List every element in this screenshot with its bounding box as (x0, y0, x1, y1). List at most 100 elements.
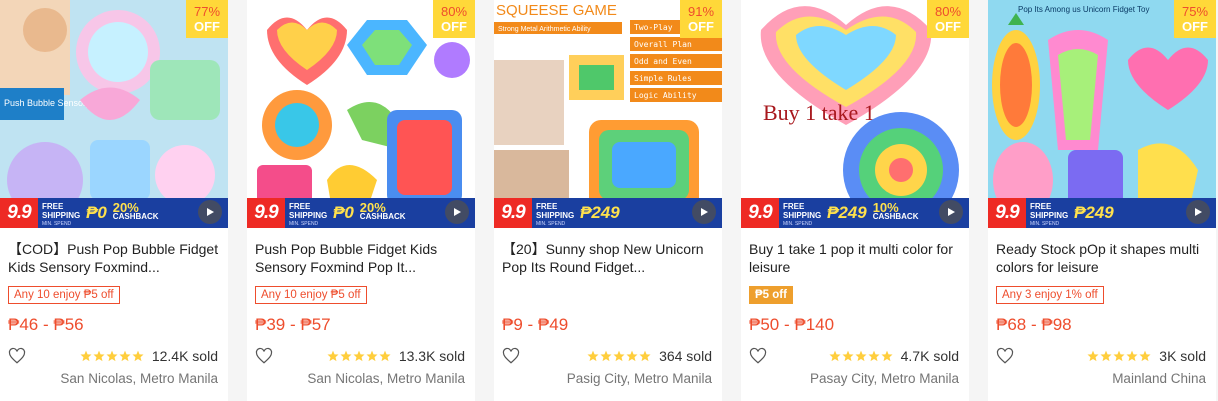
promo-banner: 9.9 FREE SHIPPING MIN. SPEND ₱0 20% CASHBA… (0, 198, 228, 228)
discount-badge: 91% OFF (680, 0, 722, 38)
cashback-label: 20% CASHBACK (359, 200, 406, 221)
discount-percent: 91% (687, 4, 715, 19)
min-spend-amount: ₱0 (86, 203, 107, 222)
rating-stars (829, 350, 893, 362)
product-card[interactable]: SQUEESE GAME Strong Metal Arithmetic Abi… (494, 0, 722, 401)
sold-count: 4.7K sold (900, 348, 959, 364)
star-icon (80, 350, 92, 362)
shop-location: San Nicolas, Metro Manila (307, 371, 465, 386)
product-title[interactable]: 【20】Sunny shop New Unicorn Pop Its Round… (502, 240, 716, 276)
promo-banner: 9.9 FREE SHIPPING MIN. SPEND ₱249 (988, 198, 1216, 228)
min-spend-amount: ₱249 (1074, 203, 1114, 222)
svg-text:Two-Play: Two-Play (634, 23, 673, 32)
promo-nine-nine: 9.9 (0, 198, 38, 228)
rating-stars (587, 350, 651, 362)
play-icon[interactable] (1186, 200, 1210, 224)
promo-banner: 9.9 FREE SHIPPING MIN. SPEND ₱249 (494, 198, 722, 228)
card-footer: 364 sold (502, 346, 712, 366)
star-icon (1113, 350, 1125, 362)
product-title[interactable]: Push Pop Bubble Fidget Kids Sensory Foxm… (255, 240, 469, 276)
play-icon[interactable] (198, 200, 222, 224)
shop-location: San Nicolas, Metro Manila (60, 371, 218, 386)
star-icon (600, 350, 612, 362)
product-card[interactable]: 80% OFF 9.9 FREE SHIPPING MIN. SPEND ₱0 2… (247, 0, 475, 401)
star-icon (327, 350, 339, 362)
card-footer: 3K sold (996, 346, 1206, 366)
min-spend-amount: ₱0 (333, 203, 354, 222)
discount-badge: 77% OFF (186, 0, 228, 38)
free-shipping-label: FREE SHIPPING MIN. SPEND (289, 202, 328, 227)
star-icon (639, 350, 651, 362)
product-card[interactable]: Push Bubble Sensory Toy 77% OFF 9.9 FREE… (0, 0, 228, 401)
heart-icon[interactable] (255, 347, 273, 365)
product-price: ₱50 - ₱140 (749, 315, 835, 334)
star-icon (353, 350, 365, 362)
product-title[interactable]: 【COD】Push Pop Bubble Fidget Kids Sensory… (8, 240, 222, 276)
discount-percent: 80% (440, 4, 468, 19)
free-shipping-label: FREE SHIPPING MIN. SPEND (42, 202, 81, 227)
svg-text:Odd and Even: Odd and Even (634, 57, 692, 66)
shop-location: Pasig City, Metro Manila (566, 371, 712, 386)
voucher-tag: Any 10 enjoy ₱5 off (255, 286, 367, 304)
rating-stars (1087, 350, 1151, 362)
sold-count: 3K sold (1159, 348, 1206, 364)
star-icon (132, 350, 144, 362)
product-price: ₱39 - ₱57 (255, 315, 331, 334)
star-icon (340, 350, 352, 362)
card-footer: 4.7K sold (749, 346, 959, 366)
discount-badge: 80% OFF (927, 0, 969, 38)
product-image[interactable]: Push Bubble Sensory Toy 77% OFF 9.9 FREE… (0, 0, 228, 228)
voucher-tag: Any 10 enjoy ₱5 off (8, 286, 120, 304)
cashback-label: 20% CASHBACK (112, 200, 159, 221)
heart-icon[interactable] (749, 347, 767, 365)
discount-percent: 77% (193, 4, 221, 19)
promo-nine-nine: 9.9 (494, 198, 532, 228)
promo-nine-nine: 9.9 (247, 198, 285, 228)
star-icon (1126, 350, 1138, 362)
svg-text:Logic Ability: Logic Ability (634, 91, 697, 100)
product-image[interactable]: SQUEESE GAME Strong Metal Arithmetic Abi… (494, 0, 722, 228)
discount-off-label: OFF (441, 19, 467, 34)
product-title[interactable]: Buy 1 take 1 pop it multi color for leis… (749, 240, 963, 276)
product-card[interactable]: Buy 1 take 1 80% OFF 9.9 FREE SHIPPING MI… (741, 0, 969, 401)
star-icon (1100, 350, 1112, 362)
star-icon (829, 350, 841, 362)
image-caption: Pop Its Among us Unicorn Fidget Toy (1018, 5, 1149, 14)
discount-off-label: OFF (935, 19, 961, 34)
min-spend-amount: ₱249 (827, 203, 867, 222)
discount-off-label: OFF (1182, 19, 1208, 34)
promo-nine-nine: 9.9 (741, 198, 779, 228)
min-spend-amount: ₱249 (580, 203, 620, 222)
card-footer: 13.3K sold (255, 346, 465, 366)
star-icon (93, 350, 105, 362)
voucher-tag: Any 3 enjoy 1% off (996, 286, 1104, 304)
play-icon[interactable] (939, 200, 963, 224)
product-image[interactable]: Pop Its Among us Unicorn Fidget Toy 75% … (988, 0, 1216, 228)
product-image[interactable]: Buy 1 take 1 80% OFF 9.9 FREE SHIPPING MI… (741, 0, 969, 228)
discount-off-label: OFF (194, 19, 220, 34)
star-icon (1139, 350, 1151, 362)
sold-count: 13.3K sold (398, 348, 465, 364)
heart-icon[interactable] (502, 347, 520, 365)
promo-banner: 9.9 FREE SHIPPING MIN. SPEND ₱0 20% CASHBA… (247, 198, 475, 228)
star-icon (842, 350, 854, 362)
rating-stars (327, 350, 391, 362)
play-icon[interactable] (692, 200, 716, 224)
star-icon (613, 350, 625, 362)
star-icon (366, 350, 378, 362)
product-title[interactable]: Ready Stock pOp it shapes multi colors f… (996, 240, 1210, 276)
free-shipping-label: FREE SHIPPING MIN. SPEND (536, 202, 575, 227)
star-icon (106, 350, 118, 362)
star-icon (1087, 350, 1099, 362)
heart-icon[interactable] (996, 347, 1014, 365)
promo-nine-nine: 9.9 (988, 198, 1026, 228)
discount-percent: 75% (1181, 4, 1209, 19)
product-image[interactable]: 80% OFF 9.9 FREE SHIPPING MIN. SPEND ₱0 2… (247, 0, 475, 228)
product-card[interactable]: Pop Its Among us Unicorn Fidget Toy 75% … (988, 0, 1216, 401)
svg-text:Simple Rules: Simple Rules (634, 74, 692, 83)
heart-icon[interactable] (8, 347, 26, 365)
sold-count: 12.4K sold (151, 348, 218, 364)
product-grid: Push Bubble Sensory Toy 77% OFF 9.9 FREE… (0, 0, 1218, 401)
voucher-tag: ₱5 off (749, 286, 793, 304)
play-icon[interactable] (445, 200, 469, 224)
